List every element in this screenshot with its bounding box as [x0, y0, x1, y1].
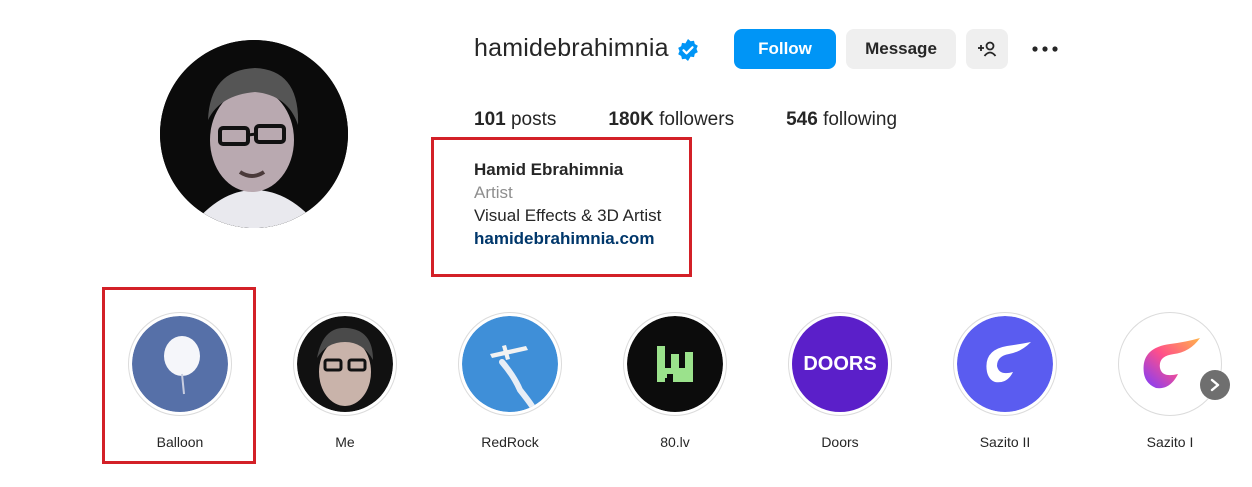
following-count: 546: [786, 109, 818, 130]
highlight-80lv[interactable]: 80.lv: [620, 312, 730, 462]
highlight-ring: [458, 312, 562, 416]
posts-stat: 101 posts: [474, 109, 556, 131]
following-stat[interactable]: 546 following: [786, 109, 897, 131]
add-user-button[interactable]: [966, 29, 1008, 69]
highlight-label: Doors: [821, 434, 859, 450]
more-horizontal-icon: [1032, 46, 1058, 52]
followers-label: followers: [659, 109, 735, 130]
highlight-label: Sazito II: [979, 434, 1031, 450]
doors-thumbnail: DOORS: [792, 316, 888, 412]
highlight-ring: [1118, 312, 1222, 416]
followers-count: 180K: [608, 109, 654, 130]
follow-button[interactable]: Follow: [734, 29, 836, 69]
highlight-label: Me: [335, 434, 355, 450]
following-label: following: [823, 109, 898, 130]
highlight-ring: [293, 312, 397, 416]
chevron-right-icon: [1210, 378, 1220, 392]
posts-label: posts: [510, 109, 557, 130]
more-options-button[interactable]: [1024, 29, 1066, 69]
profile-username: hamidebrahimnia: [474, 34, 669, 62]
bio-description: Visual Effects & 3D Artist: [474, 206, 662, 225]
highlight-balloon[interactable]: Balloon: [125, 312, 235, 462]
highlight-label: Sazito I: [1146, 434, 1194, 450]
profile-avatar[interactable]: [160, 40, 348, 228]
add-user-icon: [978, 41, 997, 57]
followers-stat[interactable]: 180K followers: [608, 109, 734, 131]
sazito-ii-thumbnail: [957, 316, 1053, 412]
highlight-redrock[interactable]: RedRock: [455, 312, 565, 462]
bio-category: Artist: [474, 183, 513, 202]
verified-badge-icon: [676, 38, 700, 62]
highlight-ring: [623, 312, 727, 416]
sazito-i-thumbnail: [1122, 316, 1218, 412]
message-button[interactable]: Message: [846, 29, 956, 69]
highlight-me[interactable]: Me: [290, 312, 400, 462]
highlight-label: Balloon: [156, 434, 204, 450]
profile-photo: [160, 40, 348, 228]
80lv-logo-thumbnail: [627, 316, 723, 412]
doors-logo-text: DOORS: [803, 352, 877, 375]
highlight-label: 80.lv: [660, 434, 690, 450]
bio-website-link[interactable]: hamidebrahimnia.com: [474, 229, 654, 249]
me-thumbnail: [297, 316, 393, 412]
highlight-ring: [953, 312, 1057, 416]
highlight-label: RedRock: [481, 434, 539, 450]
balloon-thumbnail: [132, 316, 228, 412]
highlights-next-button[interactable]: [1200, 370, 1230, 400]
highlight-ring: DOORS: [788, 312, 892, 416]
redrock-thumbnail: [462, 316, 558, 412]
profile-stats: 101 posts 180K followers 546 following: [474, 109, 949, 131]
highlight-ring: [128, 312, 232, 416]
bio-name: Hamid Ebrahimnia: [474, 160, 624, 179]
highlight-sazito-ii[interactable]: Sazito II: [950, 312, 1060, 462]
highlight-doors[interactable]: DOORS Doors: [785, 312, 895, 462]
posts-count: 101: [474, 109, 506, 130]
